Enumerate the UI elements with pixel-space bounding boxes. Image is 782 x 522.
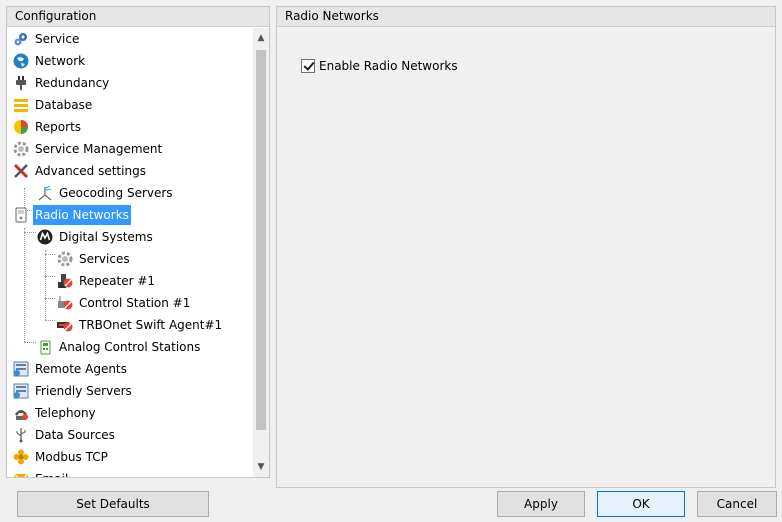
tree-item-telephony[interactable]: Telephony xyxy=(13,403,98,423)
repeater-disabled-icon xyxy=(57,273,73,289)
tree-item-modbus-tcp[interactable]: Modbus TCP xyxy=(13,447,110,467)
tree-item-radio-networks[interactable]: Radio Networks xyxy=(13,205,131,225)
telephone-icon xyxy=(13,405,29,421)
tree-item-trbonet-swift-agent-1[interactable]: TRBOnet Swift Agent#1 xyxy=(57,315,224,335)
network-globe-icon xyxy=(13,53,29,69)
friendly-servers-icon xyxy=(13,383,29,399)
tree-item-label: Reports xyxy=(35,120,82,134)
tree-item-label: Service Management xyxy=(35,142,163,156)
tree-item-email[interactable]: Email xyxy=(13,469,70,477)
tree-connector xyxy=(24,342,36,343)
tree-connector xyxy=(45,276,55,277)
tree-item-redundancy[interactable]: Redundancy xyxy=(13,73,111,93)
gear-icon xyxy=(57,251,73,267)
scroll-thumb[interactable] xyxy=(256,50,266,430)
reports-icon xyxy=(13,119,29,135)
tree-scrollbar[interactable]: ▲ ▼ xyxy=(253,28,269,477)
usb-icon xyxy=(13,427,29,443)
analog-radio-icon xyxy=(37,339,53,355)
swift-agent-disabled-icon xyxy=(57,317,73,333)
set-defaults-button[interactable]: Set Defaults xyxy=(17,491,209,517)
tree-item-label: Geocoding Servers xyxy=(59,186,173,200)
tree-item-label: Redundancy xyxy=(35,76,110,90)
apply-button[interactable]: Apply xyxy=(497,491,585,517)
remote-agents-icon xyxy=(13,361,29,377)
radio-networks-header: Radio Networks xyxy=(277,7,775,27)
gear-icon xyxy=(13,141,29,157)
tree-item-data-sources[interactable]: Data Sources xyxy=(13,425,117,445)
tree-item-advanced-settings[interactable]: Advanced settings xyxy=(13,161,148,181)
tree-item-label: Telephony xyxy=(35,406,96,420)
cancel-button[interactable]: Cancel xyxy=(697,491,777,517)
tree-item-geocoding-servers[interactable]: Geocoding Servers xyxy=(37,183,175,203)
tree-item-label: Database xyxy=(35,98,93,112)
scroll-down-icon[interactable]: ▼ xyxy=(253,459,269,475)
tree-item-database[interactable]: Database xyxy=(13,95,94,115)
motorola-icon xyxy=(37,229,53,245)
email-icon xyxy=(13,471,29,477)
tools-icon xyxy=(13,163,29,179)
configuration-header: Configuration xyxy=(7,7,269,27)
tree-item-label: TRBOnet Swift Agent#1 xyxy=(79,318,223,332)
ok-button[interactable]: OK xyxy=(597,491,685,517)
tree-item-label: Control Station #1 xyxy=(79,296,191,310)
tree-connector xyxy=(24,232,36,233)
tree-item-service-management[interactable]: Service Management xyxy=(13,139,164,159)
modbus-icon xyxy=(13,449,29,465)
scroll-up-icon[interactable]: ▲ xyxy=(253,30,269,46)
tree-item-friendly-servers[interactable]: Friendly Servers xyxy=(13,381,134,401)
tree-item-reports[interactable]: Reports xyxy=(13,117,83,137)
tree-item-label: Data Sources xyxy=(35,428,115,442)
tree-item-label: Services xyxy=(79,252,130,266)
tree-item-control-station-1[interactable]: Control Station #1 xyxy=(57,293,192,313)
configuration-panel: Configuration Service Network Redundancy… xyxy=(6,6,270,478)
tree-item-label: Network xyxy=(35,54,86,68)
tree-item-label: Friendly Servers xyxy=(35,384,132,398)
tree-item-label: Repeater #1 xyxy=(79,274,156,288)
radio-icon xyxy=(13,207,29,223)
gears-icon xyxy=(13,31,29,47)
enable-radio-networks-option[interactable]: Enable Radio Networks xyxy=(301,59,458,73)
tree-item-service[interactable]: Service xyxy=(13,29,81,49)
configuration-tree[interactable]: Service Network Redundancy Database Repo… xyxy=(7,28,253,477)
tree-item-label: Modbus TCP xyxy=(35,450,108,464)
tree-item-repeater-1[interactable]: Repeater #1 xyxy=(57,271,157,291)
tree-item-services[interactable]: Services xyxy=(57,249,132,269)
plug-icon xyxy=(13,75,29,91)
tree-item-label: Advanced settings xyxy=(35,164,146,178)
geocoding-icon xyxy=(37,185,53,201)
tree-item-label: Digital Systems xyxy=(59,230,153,244)
radio-networks-panel: Radio Networks Enable Radio Networks xyxy=(276,6,776,488)
database-icon xyxy=(13,97,29,113)
tree-item-label: Email xyxy=(33,469,70,477)
tree-connector xyxy=(24,228,25,342)
tree-item-remote-agents[interactable]: Remote Agents xyxy=(13,359,129,379)
tree-item-network[interactable]: Network xyxy=(13,51,87,71)
tree-connector xyxy=(45,254,55,255)
tree-item-digital-systems[interactable]: Digital Systems xyxy=(37,227,155,247)
enable-radio-networks-label: Enable Radio Networks xyxy=(319,59,458,73)
enable-radio-networks-checkbox[interactable] xyxy=(301,59,315,73)
tree-connector xyxy=(45,250,46,320)
control-station-disabled-icon xyxy=(57,295,73,311)
tree-connector xyxy=(45,298,55,299)
tree-item-label: Service xyxy=(35,32,80,46)
tree-item-label: Analog Control Stations xyxy=(59,340,201,354)
tree-item-label: Radio Networks xyxy=(33,205,131,225)
tree-item-label: Remote Agents xyxy=(35,362,127,376)
tree-connector xyxy=(45,320,55,321)
tree-item-analog-control-stations[interactable]: Analog Control Stations xyxy=(37,337,202,357)
